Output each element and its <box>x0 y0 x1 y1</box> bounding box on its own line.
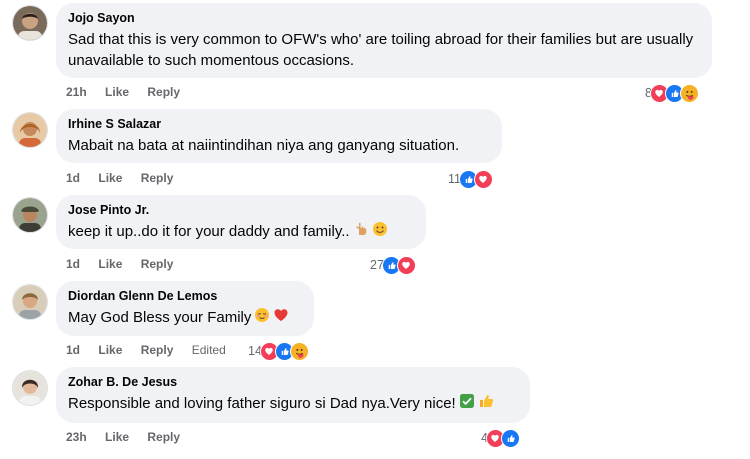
reply-button[interactable]: Reply <box>147 84 180 100</box>
reply-button[interactable]: Reply <box>147 429 180 445</box>
reaction-summary[interactable]: 11 <box>448 169 493 189</box>
reaction-summary[interactable]: 14 <box>248 341 309 361</box>
comment-actions: 1d Like Reply Edited <box>66 342 241 358</box>
comment-actions: 23h Like Reply <box>66 429 195 445</box>
reaction-summary[interactable]: 27 <box>370 255 416 275</box>
comment-bubble: Jojo Sayon Sad that this is very common … <box>56 3 712 78</box>
comment-author[interactable]: Irhine S Salazar <box>68 116 490 132</box>
like-button[interactable]: Like <box>98 256 122 272</box>
like-button[interactable]: Like <box>98 342 122 358</box>
reaction-summary[interactable]: 8 <box>645 83 699 103</box>
edited-label[interactable]: Edited <box>192 342 226 358</box>
pointing-hand-emoji <box>353 221 369 243</box>
care-icon <box>679 83 699 103</box>
comment-actions: 1d Like Reply <box>66 170 188 186</box>
reaction-summary[interactable]: 4 <box>481 428 520 448</box>
comment-time[interactable]: 1d <box>66 342 80 358</box>
reply-button[interactable]: Reply <box>141 170 174 186</box>
avatar[interactable] <box>12 370 48 406</box>
comment-time[interactable]: 21h <box>66 84 87 100</box>
comment-text: Responsible and loving father siguro si … <box>68 393 518 415</box>
avatar[interactable] <box>12 284 48 320</box>
comment-text: Sad that this is very common to OFW's wh… <box>68 31 694 69</box>
avatar[interactable] <box>12 112 48 148</box>
comment-time[interactable]: 23h <box>66 429 87 445</box>
comment-text: May God Bless your Family <box>68 307 302 329</box>
like-icon <box>500 428 520 448</box>
check-mark-emoji <box>459 393 475 415</box>
like-button[interactable]: Like <box>105 84 129 100</box>
like-button[interactable]: Like <box>98 170 122 186</box>
like-button[interactable]: Like <box>105 429 129 445</box>
comment-time[interactable]: 1d <box>66 256 80 272</box>
relieved-face-emoji <box>254 307 270 329</box>
thumbs-up-emoji <box>478 393 494 415</box>
red-heart-emoji <box>273 307 289 329</box>
comment-author[interactable]: Jojo Sayon <box>68 10 700 26</box>
care-icon <box>289 341 309 361</box>
smiling-face-emoji <box>372 221 388 243</box>
comment-text: Mabait na bata at naiintindihan niya ang… <box>68 137 460 154</box>
reply-button[interactable]: Reply <box>141 342 174 358</box>
comment-author[interactable]: Diordan Glenn De Lemos <box>68 288 302 304</box>
comment-actions: 21h Like Reply <box>66 84 195 100</box>
avatar[interactable] <box>12 5 48 41</box>
comment-text-body: Responsible and loving father siguro si … <box>68 395 456 412</box>
reply-button[interactable]: Reply <box>141 256 174 272</box>
comment-text-body: keep it up..do it for your daddy and fam… <box>68 223 350 240</box>
love-icon <box>396 255 416 275</box>
love-icon <box>473 169 493 189</box>
comment-author[interactable]: Zohar B. De Jesus <box>68 374 518 390</box>
comment-author[interactable]: Jose Pinto Jr. <box>68 202 414 218</box>
avatar[interactable] <box>12 197 48 233</box>
comment-bubble: Diordan Glenn De Lemos May God Bless you… <box>56 281 314 336</box>
comment-text-body: May God Bless your Family <box>68 309 252 326</box>
comment-text: keep it up..do it for your daddy and fam… <box>68 221 414 243</box>
comment-bubble: Zohar B. De Jesus Responsible and loving… <box>56 367 530 423</box>
comment-actions: 1d Like Reply <box>66 256 188 272</box>
comment-bubble: Irhine S Salazar Mabait na bata at naiin… <box>56 109 502 163</box>
comment-bubble: Jose Pinto Jr. keep it up..do it for you… <box>56 195 426 249</box>
comment-time[interactable]: 1d <box>66 170 80 186</box>
